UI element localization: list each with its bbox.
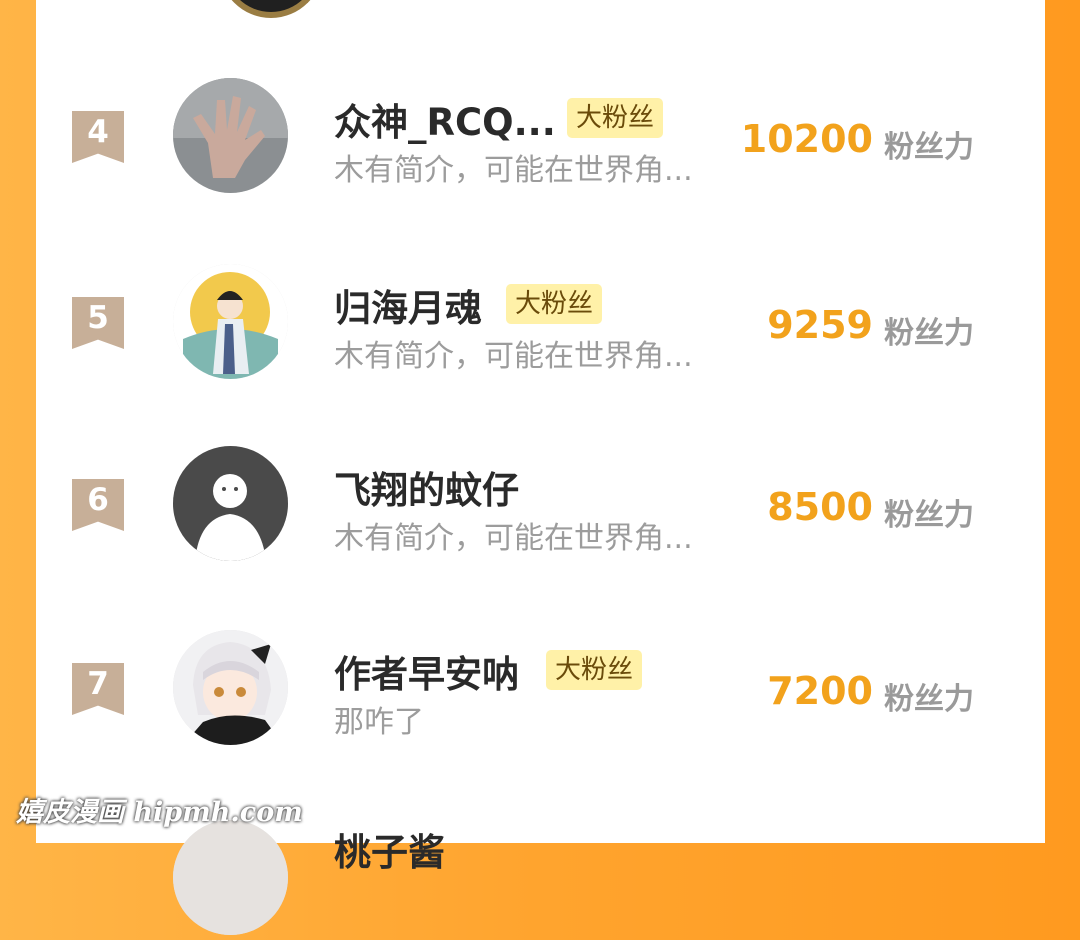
username[interactable]: 作者早安呐 [334,644,519,698]
super-fan-badge: 大粉丝 [567,98,664,138]
fan-power-label: 粉丝力 [884,316,974,351]
rank-ribbon: 7 [72,663,124,715]
fan-power-score: 9259 [767,303,873,347]
user-bio: 木有简介，可能在世界角... [334,339,693,374]
username[interactable]: 归海月魂 [334,278,482,332]
avatar-illustration[interactable] [173,264,288,379]
fan-row-7[interactable]: 7 作者早安呐 大粉丝 那咋了 7200 粉丝力 [36,624,1045,754]
fan-power-score: 8500 [767,485,873,529]
fan-row-4[interactable]: 4 众神_RCQ... 大粉丝 木有简介，可能在世界角... 10200 粉丝力 [36,72,1045,202]
fan-power-score: 10200 [740,117,873,161]
avatar-partial[interactable] [173,820,288,935]
fan-power-label: 粉丝力 [884,130,974,165]
fan-row-6[interactable]: 6 飞翔的蚊仔 木有简介，可能在世界角... 8500 粉丝力 [36,440,1045,570]
super-fan-badge: 大粉丝 [546,650,643,690]
avatar-rank-3-partial[interactable] [219,0,323,18]
rank-ribbon: 5 [72,297,124,349]
fan-power-score: 7200 [767,669,873,713]
user-bio: 木有简介，可能在世界角... [334,521,693,556]
avatar-hand[interactable] [173,78,288,193]
rank-ribbon: 6 [72,479,124,531]
user-bio: 木有简介，可能在世界角... [334,153,693,188]
site-watermark: 嬉皮漫画 hipmh.com [16,797,303,828]
fan-ranking-panel: 4 众神_RCQ... 大粉丝 木有简介，可能在世界角... 10200 粉丝力… [36,0,1045,935]
default-avatar-icon[interactable] [173,446,288,561]
fan-power-label: 粉丝力 [884,682,974,717]
username[interactable]: 桃子酱 [334,822,445,876]
fan-power-label: 粉丝力 [884,498,974,533]
fan-row-5[interactable]: 5 归海月魂 大粉丝 木有简介，可能在世界角... 9259 粉丝力 [36,258,1045,388]
username[interactable]: 众神_RCQ... [334,92,556,146]
avatar-anime-girl[interactable] [173,630,288,745]
fan-row-8-partial[interactable]: 桃子酱 [36,810,1045,940]
super-fan-badge: 大粉丝 [506,284,603,324]
user-bio: 那咋了 [334,705,424,740]
username[interactable]: 飞翔的蚊仔 [334,460,519,514]
rank-ribbon: 4 [72,111,124,163]
